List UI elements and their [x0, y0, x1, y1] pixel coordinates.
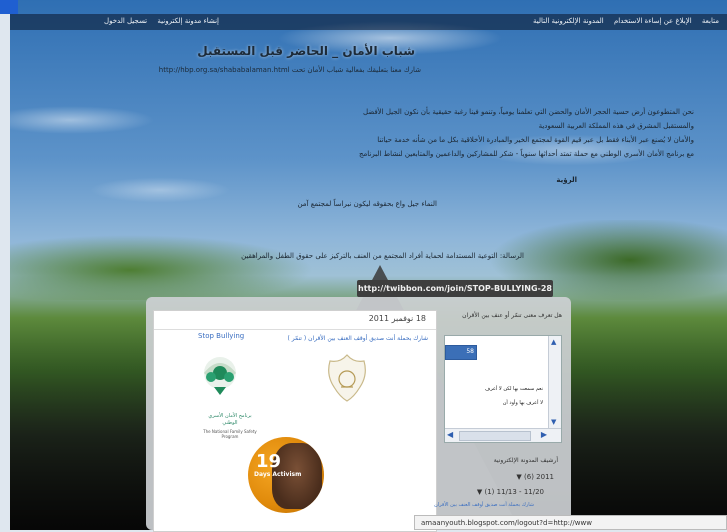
poll-horizontal-scrollbar[interactable]: ◀ ▶	[445, 428, 561, 442]
archive-year-label[interactable]: 2011 (6)	[524, 473, 554, 481]
archive-heading: أرشيف المدونة الإلكترونية	[493, 457, 558, 464]
blogger-navbar: متابعة الإبلاغ عن إساءة الاستخدام المدون…	[10, 14, 727, 30]
navbar-link-next-blog[interactable]: المدونة الإلكترونية التالية	[533, 17, 604, 25]
archive-year[interactable]: 2011 (6) ▼	[516, 473, 554, 481]
scroll-up-icon[interactable]: ▲	[551, 338, 556, 346]
expand-triangle-icon[interactable]: ▼	[477, 488, 482, 496]
vision-text: النماء جيل واع بحقوقه ليكون نبراساً لمجت…	[297, 200, 437, 208]
poll-result-value: 58	[466, 348, 474, 355]
blog-description: شارك معنا بتعليقك بفعالية شباب الأمان تح…	[158, 66, 421, 74]
poll-result-bar: 58	[445, 345, 477, 360]
about-line: والأمان لا يُصنع عبر الأبناء فقط بل عبر …	[377, 136, 694, 144]
poll-widget: 58 نعم سمعت بها لكن لا أعرف لا أعرف بها …	[444, 335, 562, 443]
poll-vertical-scrollbar[interactable]: ▲ ▼	[548, 336, 561, 428]
about-line: مع برنامج الأمان الأسري الوطني مع حملة ت…	[358, 150, 694, 158]
scroll-left-icon[interactable]: ◀	[447, 430, 453, 439]
scroll-thumb[interactable]	[459, 431, 531, 441]
vision-heading: الرؤية	[556, 176, 577, 184]
about-line: والمستقبل المشرق في هذه المملكة العربية …	[538, 122, 694, 130]
badge-number: 19	[256, 451, 282, 472]
twibbon-link[interactable]: http://twibbon.com/join/STOP-BULLYING-28	[357, 280, 553, 297]
post-title[interactable]: شارك بحملة أنت صديق أوقف العنف بين الأقر…	[287, 335, 428, 342]
archive-post-link[interactable]: شارك بحملة أنت صديق أوقف العنف بين الأقر…	[434, 502, 534, 508]
mission-text: الرسالة: التوعية المستدامة لحماية أفراد …	[241, 252, 524, 260]
navbar-link-follow[interactable]: متابعة	[702, 17, 719, 25]
expand-triangle-icon[interactable]: ▼	[516, 473, 521, 481]
blog-title[interactable]: شباب الأمان _ الحاضر قبل المستقبل	[197, 44, 415, 58]
scroll-down-icon[interactable]: ▼	[551, 418, 556, 426]
campaign-emblem-icon	[328, 354, 366, 402]
family-safety-logo-icon	[204, 357, 236, 395]
logo-caption-en: The National Family Safety Program	[203, 429, 257, 439]
post-date: 18 نوفمبر 2011	[368, 314, 426, 323]
navbar-link-create-blog[interactable]: إنشاء مدونة إلكترونية	[157, 17, 219, 25]
archive-month-label[interactable]: 11/20 - 11/13 (1)	[484, 488, 544, 496]
browser-status-bar: amaanyouth.blogspot.com/logout?d=http://…	[414, 515, 727, 530]
post-tagline: Stop Bullying	[198, 332, 245, 340]
blog-post: 18 نوفمبر 2011 شارك بحملة أنت صديق أوقف …	[153, 310, 437, 532]
navbar-left-links: إنشاء مدونة إلكترونية تسجيل الدخول	[100, 17, 223, 25]
scroll-right-icon[interactable]: ▶	[541, 430, 547, 439]
blog-about: نحن المتطوعون أرض حسية الحجر الأمان والح…	[134, 105, 694, 161]
about-line: نحن المتطوعون أرض حسية الحجر الأمان والح…	[362, 108, 694, 116]
badge-label: Days Activism	[254, 471, 302, 478]
navbar-right-links: متابعة الإبلاغ عن إساءة الاستخدام المدون…	[529, 17, 723, 25]
logo-caption: برنامج الأمان الأسري الوطني	[208, 413, 252, 426]
navbar-link-sign-in[interactable]: تسجيل الدخول	[104, 17, 147, 25]
navbar-link-report[interactable]: الإبلاغ عن إساءة الاستخدام	[614, 17, 692, 25]
poll-option[interactable]: نعم سمعت بها لكن لا أعرف	[485, 386, 543, 392]
post-divider	[154, 329, 436, 330]
poll-option[interactable]: لا أعرف بها وأود أن	[503, 400, 543, 406]
archive-month[interactable]: 11/20 - 11/13 (1) ▼	[477, 488, 544, 496]
poll-question: هل تعرف معنى تنمّر أو عنف بين الأقران	[462, 312, 562, 319]
corner-tab	[0, 0, 18, 14]
campaign-badge: 19 Days Activism	[248, 437, 324, 513]
sidebar: هل تعرف معنى تنمّر أو عنف بين الأقران 58…	[434, 305, 566, 530]
